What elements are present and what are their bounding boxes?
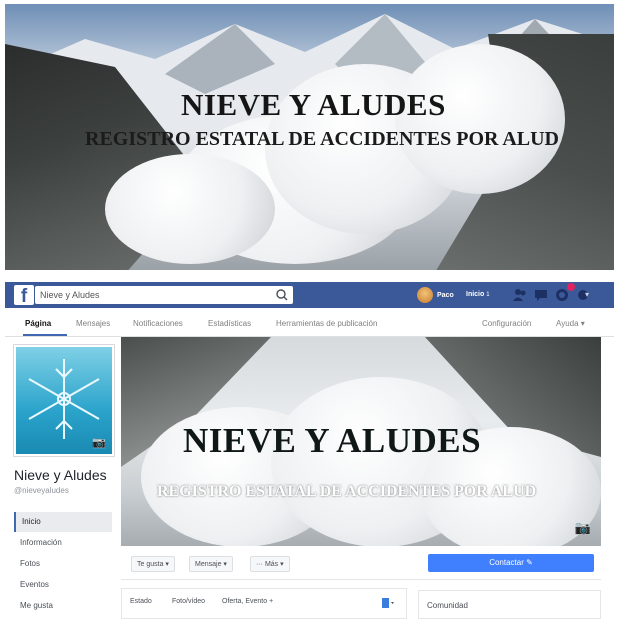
- tab-mensajes[interactable]: Mensajes: [76, 319, 110, 328]
- more-button[interactable]: ··· Más ▾: [250, 556, 290, 572]
- camera-icon[interactable]: 📷: [92, 436, 106, 449]
- sidebar-item-me-gusta[interactable]: Me gusta: [14, 596, 112, 616]
- like-button[interactable]: Te gusta ▾: [131, 556, 175, 572]
- community-card: Comunidad: [418, 590, 601, 619]
- page-name: Nieve y Aludes: [14, 467, 107, 483]
- tab-notificaciones[interactable]: Notificaciones: [133, 319, 183, 328]
- tab-ayuda[interactable]: Ayuda ▾: [556, 319, 585, 328]
- top-banner-image: NIEVE Y ALUDES REGISTRO ESTATAL DE ACCID…: [5, 4, 614, 270]
- offer-event-option[interactable]: Oferta, Evento +: [222, 598, 273, 605]
- avatar: [417, 287, 433, 303]
- camera-icon[interactable]: 📷: [575, 520, 591, 536]
- active-tab-indicator: [23, 334, 67, 336]
- page-action-bar: Te gusta ▾ Mensaje ▾ ··· Más ▾ Contactar…: [121, 547, 601, 580]
- home-count: 1: [486, 292, 490, 298]
- profile-name: Paco: [437, 291, 454, 299]
- sidebar-item-fotos[interactable]: Fotos: [14, 554, 112, 574]
- cover-photo[interactable]: NIEVE Y ALUDES REGISTRO ESTATAL DE ACCID…: [121, 337, 601, 546]
- tab-herramientas-publicacion[interactable]: Herramientas de publicación: [276, 319, 377, 328]
- tab-configuracion[interactable]: Configuración: [482, 319, 531, 328]
- home-link[interactable]: Inicio 1: [466, 291, 490, 298]
- cover-subtitle: REGISTRO ESTATAL DE ACCIDENTES POR ALUD: [157, 483, 537, 500]
- photo-video-option[interactable]: Foto/vídeo: [172, 598, 205, 605]
- tab-estadisticas[interactable]: Estadísticas: [208, 319, 251, 328]
- post-composer: Estado Foto/vídeo Oferta, Evento +: [121, 588, 407, 619]
- banner-subtitle: REGISTRO ESTATAL DE ACCIDENTES POR ALUD: [85, 128, 560, 150]
- sidebar-item-inicio[interactable]: Inicio: [14, 512, 112, 532]
- account-menu-chevron-down-icon[interactable]: ▾: [585, 290, 589, 299]
- contact-button[interactable]: Contactar ✎: [428, 554, 594, 572]
- messages-icon[interactable]: [533, 287, 549, 303]
- cover-title: NIEVE Y ALUDES: [183, 421, 482, 460]
- search-input[interactable]: [35, 286, 293, 304]
- home-label: Inicio: [466, 291, 485, 298]
- status-option[interactable]: Estado: [130, 598, 152, 605]
- page-handle: @nieveyaludes: [14, 486, 69, 495]
- page-tabs: Página Mensajes Notificaciones Estadísti…: [5, 310, 614, 337]
- banner-title: NIEVE Y ALUDES: [181, 87, 446, 122]
- profile-picture[interactable]: 📷: [14, 345, 114, 456]
- message-button[interactable]: Mensaje ▾: [189, 556, 233, 572]
- post-visibility-icon[interactable]: [380, 596, 396, 610]
- avalanche-cloud: [105, 154, 275, 264]
- sidebar-item-informacion[interactable]: Información: [14, 533, 112, 553]
- nav-icon-group: [512, 287, 591, 303]
- tab-pagina[interactable]: Página: [25, 319, 51, 328]
- search-icon[interactable]: [272, 286, 292, 304]
- profile-link[interactable]: Paco: [417, 286, 454, 304]
- top-navigation-bar: f Paco Inicio 1 ▾: [5, 282, 614, 308]
- community-label: Comunidad: [427, 601, 468, 610]
- notification-badge: [567, 283, 575, 291]
- facebook-logo-icon[interactable]: f: [14, 285, 34, 305]
- friend-requests-icon[interactable]: [512, 287, 528, 303]
- sidebar-item-eventos[interactable]: Eventos: [14, 575, 112, 595]
